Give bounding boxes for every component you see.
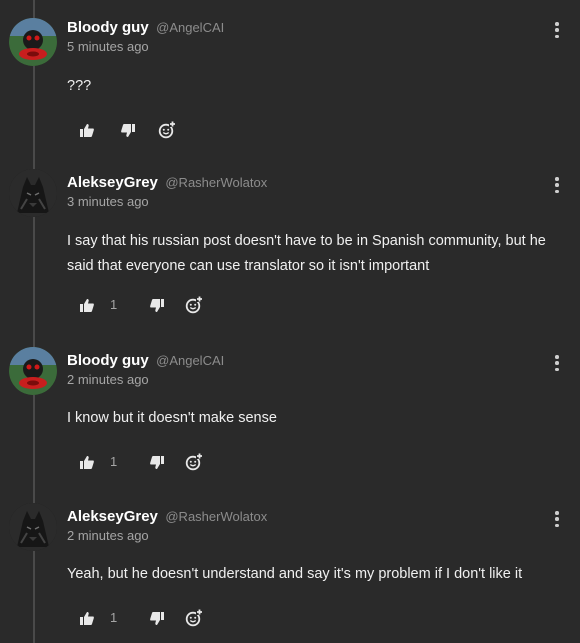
timestamp: 5 minutes ago: [67, 39, 149, 54]
reply-emoji-icon[interactable]: [158, 120, 176, 140]
like-count: 1: [110, 610, 118, 625]
author-handle[interactable]: @RasherWolatox: [165, 509, 267, 524]
comment-text: I say that his russian post doesn't have…: [67, 233, 546, 274]
author-name[interactable]: Bloody guy: [67, 352, 149, 369]
comment-text: Yeah, but he doesn't understand and say …: [67, 566, 523, 582]
comment-text: I know but it doesn't make sense: [67, 410, 277, 426]
thumbs-up-icon[interactable]: [78, 608, 96, 628]
thumbs-up-icon[interactable]: [78, 295, 96, 315]
author-name[interactable]: AlekseyGrey: [67, 508, 158, 525]
timestamp: 2 minutes ago: [67, 372, 149, 387]
more-options-icon[interactable]: [550, 511, 564, 527]
author-handle[interactable]: @RasherWolatox: [165, 175, 267, 190]
like-count: 1: [110, 297, 118, 312]
reply-emoji-icon[interactable]: [185, 452, 203, 472]
avatar[interactable]: [9, 169, 57, 217]
reply-emoji-icon[interactable]: [185, 608, 203, 628]
avatar[interactable]: [9, 347, 57, 395]
thumbs-down-icon[interactable]: [119, 120, 137, 140]
timestamp: 3 minutes ago: [67, 194, 149, 209]
reply-emoji-icon[interactable]: [185, 295, 203, 315]
thumbs-up-icon[interactable]: [78, 120, 96, 140]
like-count: 1: [110, 454, 118, 469]
avatar[interactable]: [9, 18, 57, 66]
avatar[interactable]: [9, 503, 57, 551]
author-handle[interactable]: @AngelCAI: [156, 353, 224, 368]
author-handle[interactable]: @AngelCAI: [156, 20, 224, 35]
author-name[interactable]: Bloody guy: [67, 19, 149, 36]
timestamp: 2 minutes ago: [67, 528, 149, 543]
more-options-icon[interactable]: [550, 22, 564, 38]
thumbs-down-icon[interactable]: [148, 295, 166, 315]
thumbs-up-icon[interactable]: [78, 452, 96, 472]
more-options-icon[interactable]: [550, 177, 564, 193]
comment-text: ???: [67, 78, 92, 94]
more-options-icon[interactable]: [550, 355, 564, 371]
author-name[interactable]: AlekseyGrey: [67, 174, 158, 191]
thumbs-down-icon[interactable]: [148, 608, 166, 628]
thumbs-down-icon[interactable]: [148, 452, 166, 472]
